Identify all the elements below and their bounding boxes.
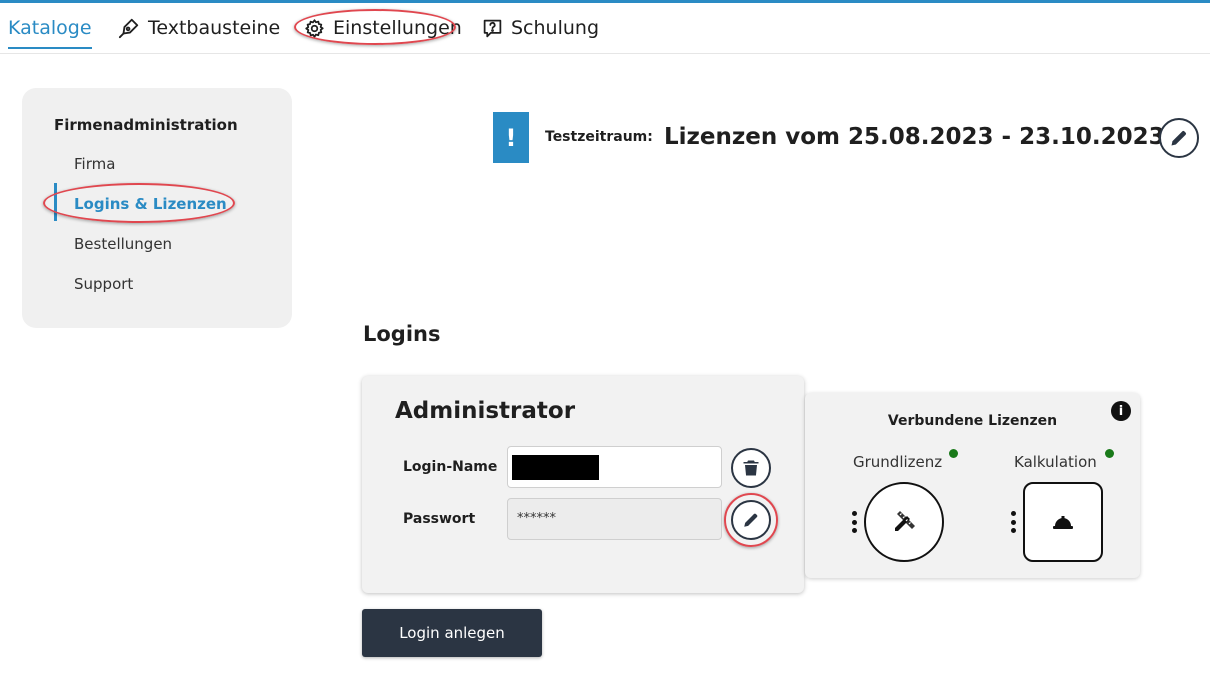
delete-login-button[interactable] — [731, 448, 771, 488]
connected-licenses-panel: Verbundene Lizenzen i Grundlizenz Kalkul… — [805, 393, 1140, 578]
trash-icon — [742, 459, 760, 477]
nav-tab-label: Textbausteine — [148, 17, 281, 39]
info-icon[interactable]: i — [1111, 401, 1131, 421]
sidebar-title: Firmenadministration — [54, 116, 238, 134]
exclamation-icon: ! — [493, 112, 529, 163]
license-tile-kalkulation[interactable] — [1023, 482, 1103, 562]
redacted-value — [512, 455, 599, 480]
edit-trial-button[interactable] — [1159, 118, 1199, 158]
gear-icon — [303, 17, 325, 39]
pen-nib-icon — [118, 17, 140, 39]
trial-label: Testzeitraum: — [545, 129, 653, 145]
nav-tab-einstellungen[interactable]: Einstellungen — [303, 3, 462, 53]
logins-heading: Logins — [363, 322, 441, 346]
top-navigation: Kataloge Textbausteine Einstellungen Sch… — [0, 3, 1210, 54]
create-login-button[interactable]: Login anlegen — [362, 609, 542, 657]
sidebar-item-firma[interactable]: Firma — [74, 155, 115, 173]
sidebar-active-indicator — [54, 183, 57, 221]
sidebar-item-bestellungen[interactable]: Bestellungen — [74, 235, 172, 253]
licenses-title: Verbundene Lizenzen — [887, 413, 1058, 429]
login-card-title: Administrator — [395, 398, 576, 424]
pencil-icon — [742, 511, 760, 529]
status-dot-kalkulation — [1105, 449, 1114, 458]
sidebar: Firmenadministration Firma Logins & Lize… — [22, 88, 292, 328]
trial-period: Lizenzen vom 25.08.2023 - 23.10.2023 — [664, 124, 1165, 150]
license-label-grundlizenz: Grundlizenz — [853, 453, 943, 471]
status-dot-grundlizenz — [949, 449, 958, 458]
nav-tab-schulung[interactable]: Schulung — [481, 3, 599, 53]
more-options-grundlizenz[interactable] — [851, 511, 857, 533]
license-label-kalkulation: Kalkulation — [1014, 453, 1097, 471]
license-tile-grundlizenz[interactable] — [864, 482, 944, 562]
sidebar-item-logins-lizenzen[interactable]: Logins & Lizenzen — [74, 195, 227, 213]
sidebar-item-support[interactable]: Support — [74, 275, 133, 293]
password-field[interactable]: ****** — [507, 498, 722, 540]
nav-tab-kataloge[interactable]: Kataloge — [8, 3, 92, 53]
edit-password-button[interactable] — [731, 500, 771, 540]
login-card: Administrator Login-Name Passwort ****** — [362, 376, 804, 593]
login-name-field[interactable] — [507, 446, 722, 488]
question-chat-icon — [481, 17, 503, 39]
hard-hat-icon — [1051, 510, 1075, 534]
nav-tab-label: Einstellungen — [333, 17, 462, 39]
pencil-ruler-icon — [892, 510, 916, 534]
login-name-label: Login-Name — [403, 459, 498, 475]
nav-tab-label: Kataloge — [8, 17, 92, 39]
pencil-icon — [1169, 128, 1189, 148]
nav-tab-label: Schulung — [511, 17, 600, 39]
more-options-kalkulation[interactable] — [1010, 511, 1016, 533]
nav-tab-textbausteine[interactable]: Textbausteine — [118, 3, 280, 53]
password-label: Passwort — [403, 511, 476, 527]
